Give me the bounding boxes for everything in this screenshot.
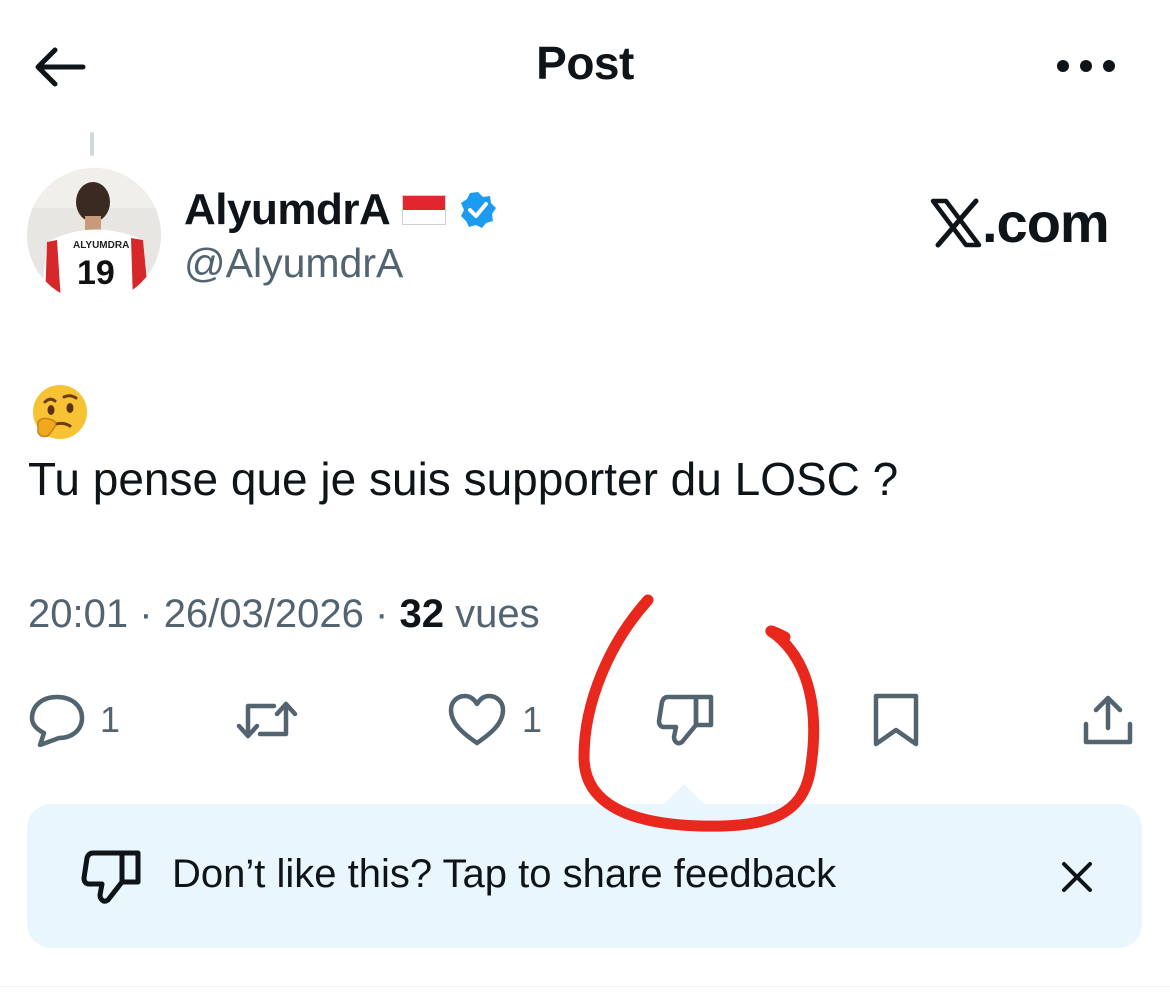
meta-separator: · (139, 592, 153, 636)
feedback-banner-text[interactable]: Don’t like this? Tap to share feedback (172, 852, 836, 897)
flag-icon (402, 195, 447, 225)
thread-line (90, 132, 94, 156)
reply-icon (29, 694, 85, 747)
x-logo-icon (930, 198, 982, 247)
views-label: vues (455, 592, 540, 636)
views-count[interactable]: 32 (399, 592, 444, 636)
post-date[interactable]: 26/03/2026 (164, 592, 364, 636)
post-metadata: 20:01 · 26/03/2026 · 32 vues (28, 592, 540, 637)
thinking-face-emoji-icon (33, 385, 87, 439)
thumbs-down-icon (81, 850, 141, 904)
avatar[interactable]: ALYUMDRA 19 (27, 168, 161, 302)
more-options-button[interactable] (1050, 46, 1122, 86)
share-button[interactable] (1080, 690, 1136, 750)
repost-icon (236, 701, 298, 739)
post-time[interactable]: 20:01 (28, 592, 128, 636)
repost-button[interactable] (234, 690, 314, 750)
red-annotation-circle (578, 594, 820, 832)
brand-domain-text: .com (982, 191, 1110, 254)
reply-button[interactable]: 1 (28, 690, 120, 750)
close-button[interactable] (1050, 850, 1104, 904)
bookmark-icon (873, 693, 919, 747)
verified-badge-icon[interactable] (458, 190, 498, 230)
like-button[interactable]: 1 (446, 690, 542, 750)
like-count: 1 (522, 699, 543, 740)
post-text: Tu pense que je suis supporter du LOSC ? (28, 453, 899, 505)
bookmark-button[interactable] (870, 690, 922, 750)
avatar-jersey-number: 19 (77, 254, 115, 292)
author-display-name[interactable]: AlyumdrA (184, 185, 391, 235)
x-com-watermark: .com (930, 190, 1110, 255)
share-icon (1083, 695, 1133, 745)
close-icon (1062, 862, 1092, 892)
more-horizontal-icon (1057, 60, 1115, 72)
page-title: Post (536, 37, 634, 89)
divider (0, 986, 1170, 987)
author-name-row[interactable]: AlyumdrA (184, 185, 498, 235)
meta-separator: · (375, 592, 389, 636)
author-handle[interactable]: @AlyumdrA (184, 240, 403, 287)
reply-count: 1 (100, 699, 121, 740)
avatar-jersey-name: ALYUMDRA (73, 240, 129, 251)
heart-icon (448, 693, 506, 746)
